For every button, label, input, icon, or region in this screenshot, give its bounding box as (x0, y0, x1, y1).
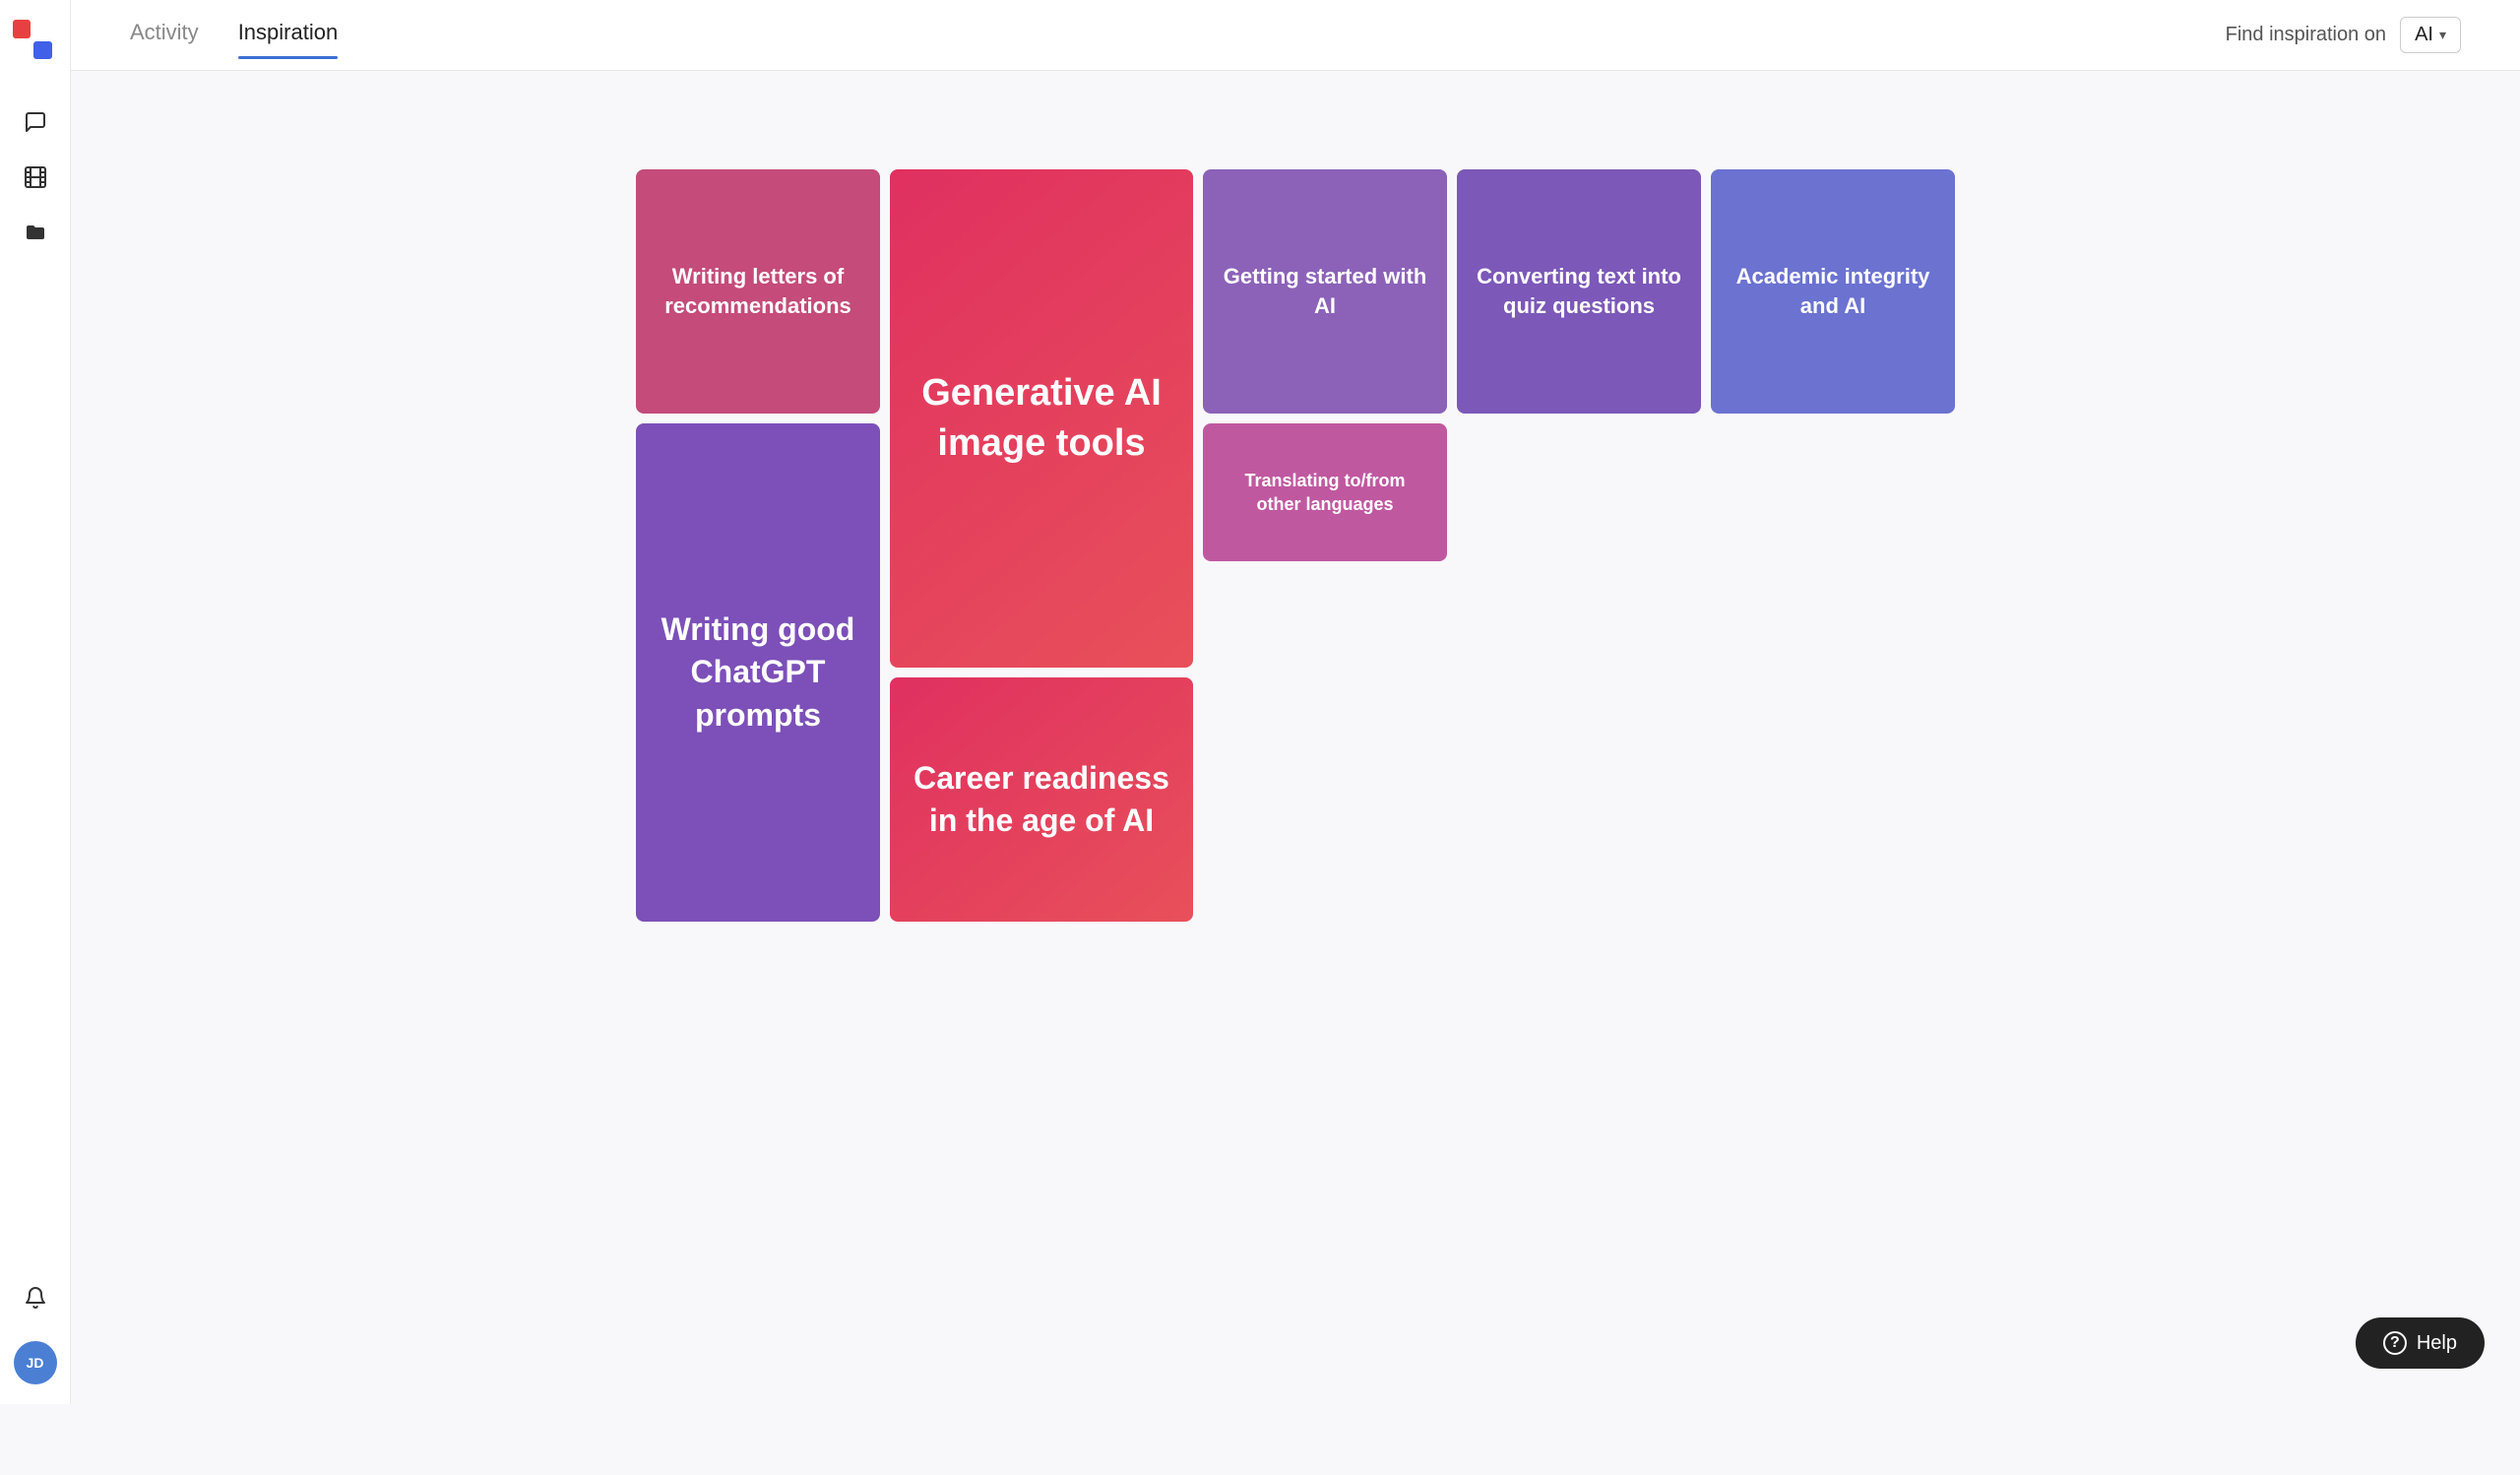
help-icon: ? (2383, 1331, 2407, 1355)
sidebar: JD (0, 0, 71, 1404)
inspiration-mosaic: Writing letters of recommendations Gener… (636, 169, 1955, 922)
tile-converting-text: Converting text into quiz questions (1477, 262, 1681, 320)
folder-icon[interactable] (18, 215, 53, 250)
find-inspiration-label: Find inspiration on (2226, 24, 2386, 46)
tile-career[interactable]: Career readiness in the age of AI (890, 677, 1193, 922)
tile-getting-started[interactable]: Getting started with AI (1203, 169, 1447, 414)
ai-dropdown[interactable]: AI ▾ (2400, 17, 2461, 53)
tab-inspiration[interactable]: Inspiration (238, 20, 339, 51)
tile-writing-good[interactable]: Writing good ChatGPT prompts (636, 423, 880, 922)
help-button[interactable]: ? Help (2356, 1317, 2485, 1369)
chevron-down-icon: ▾ (2439, 27, 2446, 43)
tile-writing-letters-text: Writing letters of recommendations (656, 262, 860, 320)
tile-getting-started-text: Getting started with AI (1223, 262, 1427, 320)
tile-career-text: Career readiness in the age of AI (910, 757, 1173, 842)
header-right: Find inspiration on AI ▾ (2226, 17, 2461, 53)
user-avatar[interactable]: JD (14, 1341, 57, 1384)
app-logo[interactable] (13, 20, 58, 65)
tile-academic[interactable]: Academic integrity and AI (1711, 169, 1955, 414)
help-label: Help (2417, 1332, 2457, 1355)
chat-icon[interactable] (18, 104, 53, 140)
tab-activity[interactable]: Activity (130, 20, 199, 51)
nav-tabs: Activity Inspiration (130, 20, 338, 51)
tile-writing-good-text: Writing good ChatGPT prompts (656, 609, 860, 737)
dropdown-value: AI (2415, 24, 2433, 46)
tile-writing-letters[interactable]: Writing letters of recommendations (636, 169, 880, 414)
tile-generative-ai-text: Generative AI image tools (910, 368, 1173, 470)
main-content: Writing letters of recommendations Gener… (71, 71, 2520, 1404)
tile-converting[interactable]: Converting text into quiz questions (1457, 169, 1701, 414)
film-icon[interactable] (18, 160, 53, 195)
tile-generative-ai[interactable]: Generative AI image tools (890, 169, 1193, 668)
tile-translating[interactable]: Translating to/from other languages (1203, 423, 1447, 561)
tile-academic-text: Academic integrity and AI (1731, 262, 1935, 320)
tile-translating-text: Translating to/from other languages (1223, 469, 1427, 517)
notifications-icon[interactable] (18, 1280, 53, 1315)
sidebar-bottom: JD (14, 1270, 57, 1384)
header: Activity Inspiration Find inspiration on… (71, 0, 2520, 71)
